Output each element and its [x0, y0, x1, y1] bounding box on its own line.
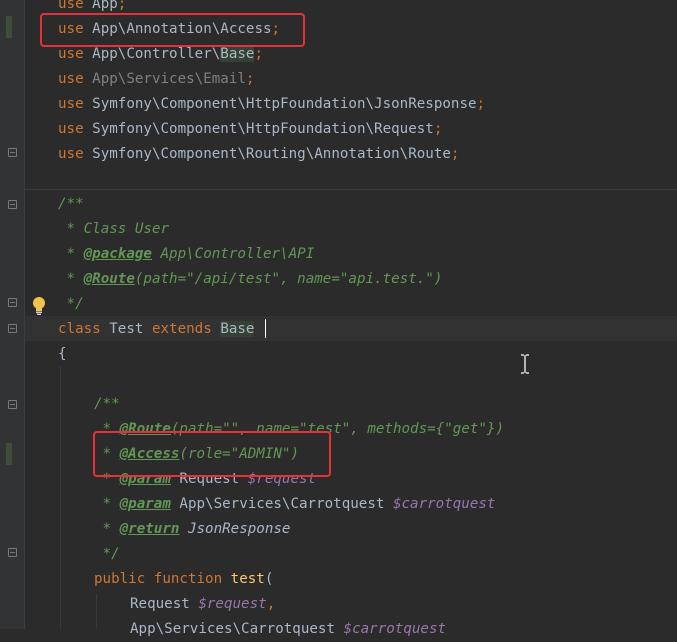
comment: *	[58, 246, 84, 262]
doc-tag: @return	[119, 521, 180, 537]
comment: *	[58, 271, 84, 287]
variable: $carrotquest	[343, 621, 447, 637]
editor-gutter	[0, 0, 25, 629]
punctuation: ;	[433, 121, 443, 137]
comment: (path="/api/test", name="api.test.")	[134, 271, 443, 287]
punctuation: ;	[117, 0, 127, 12]
code-line[interactable]: App\Services\Carrotquest $carrotquest	[130, 617, 446, 642]
code-line[interactable]: Request $request,	[130, 592, 275, 617]
fold-marker-icon[interactable]	[8, 400, 17, 409]
text-cursor-icon	[521, 354, 529, 374]
type-name: Request	[130, 596, 199, 612]
doc-tag: @param	[119, 496, 171, 512]
docblock-line[interactable]: * Class User	[58, 217, 170, 242]
highlight-box-access-annotation	[93, 431, 331, 477]
indent-guide	[96, 594, 97, 629]
namespace: Symfony\Component\HttpFoundation\Request	[83, 121, 434, 137]
docblock-line[interactable]: * @Route(path="/api/test", name="api.tes…	[58, 267, 443, 292]
code-line[interactable]: {	[58, 342, 67, 367]
keyword: use	[58, 96, 84, 112]
keyword: use	[58, 121, 84, 137]
punctuation: ,	[266, 596, 276, 612]
variable: $carrotquest	[392, 496, 496, 512]
namespace: App\Controller\	[83, 46, 221, 62]
docblock-line[interactable]: */	[94, 542, 120, 567]
docblock-line[interactable]: */	[58, 292, 84, 317]
code-line[interactable]: use Symfony\Component\HttpFoundation\Req…	[58, 117, 442, 142]
keyword: class	[58, 321, 101, 337]
type-name: App\Services\Carrotquest	[170, 496, 393, 512]
method-separator	[25, 189, 677, 190]
variable: $request	[198, 596, 267, 612]
indent-guide	[60, 366, 61, 629]
fold-marker-icon[interactable]	[8, 298, 17, 307]
comment: *	[94, 496, 120, 512]
docblock-line[interactable]: * @package App\Controller\API	[58, 242, 315, 267]
namespace: App	[83, 0, 118, 12]
keyword: use	[58, 0, 84, 12]
doc-tag: @Route	[83, 271, 135, 287]
punctuation: ;	[450, 146, 460, 162]
fold-marker-icon[interactable]	[8, 200, 17, 209]
keyword: public function	[94, 571, 223, 587]
text-caret	[265, 319, 266, 338]
punctuation: ;	[476, 96, 486, 112]
fold-marker-icon[interactable]	[8, 324, 17, 333]
keyword: use	[58, 146, 84, 162]
comment: App\Controller\API	[151, 246, 315, 262]
keyword: extends	[151, 321, 212, 337]
punctuation: ;	[245, 71, 255, 87]
docblock-line[interactable]: /**	[94, 392, 120, 417]
keyword: use	[58, 46, 84, 62]
doc-tag: @package	[83, 246, 152, 262]
comment: *	[94, 521, 120, 537]
class-name: Base	[220, 321, 255, 337]
class-name: Test	[100, 321, 152, 337]
fold-marker-icon[interactable]	[8, 548, 17, 557]
highlight-box-import	[40, 13, 305, 47]
change-marker	[6, 443, 12, 465]
function-name: test	[230, 571, 265, 587]
fold-marker-icon[interactable]	[8, 148, 17, 157]
code-line[interactable]: class Test extends Base	[58, 317, 255, 342]
code-line[interactable]: use Symfony\Component\Routing\Annotation…	[58, 142, 459, 167]
code-line[interactable]: public function test(	[94, 567, 273, 592]
docblock-line[interactable]: /**	[58, 192, 84, 217]
code-line[interactable]: use App\Services\Email;	[58, 67, 254, 92]
class-name: Base	[220, 46, 255, 62]
type-name: App\Services\Carrotquest	[130, 621, 344, 637]
keyword: use	[58, 71, 84, 87]
namespace: Symfony\Component\Routing\Annotation\Rou…	[83, 146, 451, 162]
lightbulb-icon[interactable]	[30, 296, 48, 316]
code-line[interactable]: use Symfony\Component\HttpFoundation\Jso…	[58, 92, 485, 117]
change-marker	[6, 16, 12, 38]
punctuation: (	[264, 571, 274, 587]
unused-namespace: App\Services\Email	[83, 71, 246, 87]
docblock-line[interactable]: * @return JsonResponse	[94, 517, 291, 542]
type-name: JsonResponse	[179, 521, 291, 537]
namespace: Symfony\Component\HttpFoundation\JsonRes…	[83, 96, 477, 112]
punctuation: ;	[254, 46, 264, 62]
docblock-line[interactable]: * @param App\Services\Carrotquest $carro…	[94, 492, 496, 517]
